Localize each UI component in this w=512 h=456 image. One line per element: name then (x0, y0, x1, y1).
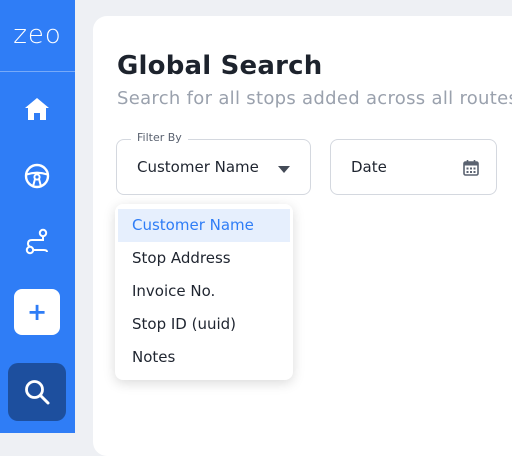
page-title: Global Search (117, 51, 323, 81)
nav-routes-button[interactable] (8, 213, 66, 271)
logo-divider (0, 71, 75, 72)
search-icon (25, 380, 50, 405)
nav-home-button[interactable] (8, 80, 66, 138)
date-field[interactable]: Date (330, 139, 497, 195)
filter-by-select[interactable]: Filter By Customer Name (116, 131, 311, 195)
home-icon (25, 98, 49, 120)
add-button[interactable]: + (14, 289, 60, 335)
menu-item-stop-address[interactable]: Stop Address (118, 242, 290, 275)
plus-icon: + (26, 298, 48, 326)
filter-dropdown-menu: Customer Name Stop Address Invoice No. S… (115, 204, 293, 380)
menu-item-stop-id[interactable]: Stop ID (uuid) (118, 308, 290, 341)
page-subtitle: Search for all stops added across all ro… (117, 88, 512, 109)
filter-by-label: Filter By (131, 131, 188, 144)
caret-down-icon (278, 166, 290, 173)
menu-item-customer-name[interactable]: Customer Name (118, 209, 290, 242)
menu-item-notes[interactable]: Notes (118, 341, 290, 374)
calendar-icon (463, 160, 479, 176)
zeo-logo[interactable]: zeo (0, 18, 75, 52)
menu-item-invoice-no[interactable]: Invoice No. (118, 275, 290, 308)
filter-selected-value: Customer Name (137, 158, 259, 176)
date-placeholder: Date (351, 158, 387, 176)
sidebar: zeo + (0, 0, 75, 433)
nav-search-button[interactable] (8, 363, 66, 421)
nav-steering-button[interactable] (8, 147, 66, 205)
steering-wheel-icon (24, 163, 50, 189)
route-icon (25, 228, 48, 255)
